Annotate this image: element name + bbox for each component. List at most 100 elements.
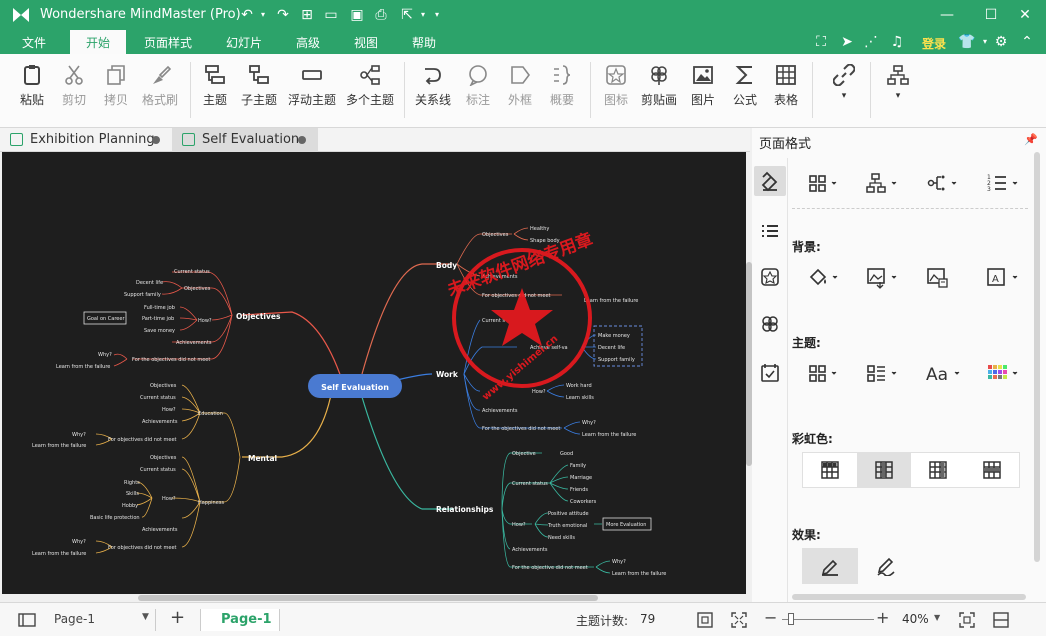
clipart-tab-icon[interactable] [754,310,786,340]
open-folder-icon[interactable]: ▭ [322,6,340,24]
zoom-dropdown-icon[interactable]: ▼ [934,613,940,622]
theme-font-icon[interactable]: Aa [922,358,964,388]
subtopic-label[interactable]: Learn skills [566,395,594,401]
new-file-icon[interactable]: ⊞ [298,6,316,24]
subtopic-label[interactable]: Achievements [512,547,548,553]
layout-tree-icon[interactable] [862,168,904,198]
redo-icon[interactable]: ↷ [274,6,292,24]
subtopic-label[interactable]: Current status [512,481,548,487]
toggle-sidebar-icon[interactable] [18,612,36,628]
zoom-out-icon[interactable]: − [764,608,777,627]
subtopic-label[interactable]: Family [570,463,586,469]
topic-body[interactable]: Body [436,261,457,270]
zoom-in-icon[interactable]: + [876,608,889,627]
subtopic-label[interactable]: For the objectives did not meet [482,426,560,432]
menu-advanced[interactable]: 高级 [296,34,320,51]
panel-horizontal-scrollbar[interactable] [792,594,1026,600]
format-painter-button[interactable]: 格式刷 [138,54,182,128]
mindmap-canvas[interactable]: Self Evaluation Objectives Mental Body W… [2,152,746,594]
subtopic-label[interactable]: For the objective did not meet [512,565,588,571]
save-icon[interactable]: ▣ [348,6,366,24]
layout-structure-icon[interactable] [804,168,846,198]
subtopic-label[interactable]: Objectives [482,232,509,238]
task-calendar-tab-icon[interactable] [754,358,786,388]
subtopic-label[interactable]: Healthy [530,226,549,232]
share-icon[interactable]: ⋰ [862,33,880,51]
menu-page-style[interactable]: 页面样式 [144,34,192,51]
subtopic-label[interactable]: Coworkers [570,499,597,505]
subtopic-label[interactable]: Learn from the failure [612,571,666,577]
hyperlink-button[interactable]: ▾ [826,54,862,128]
boundary-button[interactable]: 外框 [500,54,540,128]
callout-button[interactable]: 标注 [458,54,498,128]
subtopic-button[interactable]: 子主题 [238,54,280,128]
subtopic-label[interactable]: Support family [124,292,161,298]
subtopic-label[interactable]: Good [560,451,573,457]
topic-work[interactable]: Work [436,370,459,379]
theme-color-palette-icon[interactable] [982,358,1024,388]
subtopic-label[interactable]: How? [198,318,212,324]
subtopic-label[interactable]: Current s [482,318,505,324]
subtopic-label[interactable]: Objectives [184,286,211,292]
subtopic-label[interactable]: Decent life [136,280,163,286]
icon-tab-icon[interactable] [754,262,786,292]
theme-layout-icon[interactable] [804,358,846,388]
subtopic-label[interactable]: Why? [612,559,626,565]
subtopic-label[interactable]: Make money [598,333,630,339]
pin-panel-icon[interactable]: 📌 [1024,133,1038,146]
fit-window-icon[interactable] [958,611,976,629]
subtopic-label[interactable]: Hobby [122,503,138,509]
menu-home[interactable]: 开始 [70,30,127,54]
connector-style-icon[interactable] [922,168,964,198]
add-page-icon[interactable]: + [170,607,185,628]
summary-button[interactable]: 概要 [542,54,582,128]
collapse-ribbon-icon[interactable]: ⌃ [1018,33,1036,51]
undo-dropdown-icon[interactable]: ▾ [254,6,272,24]
customize-quick-access-icon[interactable]: ▾ [428,6,446,24]
subtopic-label[interactable]: Work hard [566,383,592,389]
maximize-window-icon[interactable]: ☐ [982,6,1000,24]
subtopic-label[interactable]: How? [162,407,176,413]
subtopic-label[interactable]: For objectives did not meet [482,293,551,299]
notification-bell-icon[interactable]: ♫ [888,33,906,51]
canvas-horizontal-scrollbar[interactable] [2,594,746,602]
subtopic-label[interactable]: How? [162,496,176,502]
panel-vertical-scrollbar[interactable] [1034,152,1040,562]
topic-button[interactable]: 主题 [198,54,232,128]
subtopic-label[interactable]: Positive attitude [548,511,589,517]
menu-slideshow[interactable]: 幻灯片 [226,34,262,51]
rainbow-none-icon[interactable] [821,461,839,479]
subtopic-label[interactable]: For objectives did not meet [108,437,177,443]
copy-button[interactable]: 拷贝 [96,54,136,128]
subtopic-label[interactable]: Learn from the failure [584,298,638,304]
subtopic-label[interactable]: Achievements [482,408,518,414]
subtopic-label[interactable]: Why? [72,432,86,438]
subtopic-label[interactable]: Support family [598,357,635,363]
menu-help[interactable]: 帮助 [412,34,436,51]
subtopic-label[interactable]: Goal on Career [87,316,125,322]
relationship-button[interactable]: 关系线 [412,54,454,128]
subtopic-label[interactable]: Achievements [142,527,178,533]
subtopic-label[interactable]: Rights [124,480,140,486]
zoom-slider-track[interactable] [782,619,874,620]
menu-file[interactable]: 文件 [22,34,46,51]
background-image-icon[interactable] [862,262,904,292]
subtopic-label[interactable]: Achievements [176,340,212,346]
minimize-window-icon[interactable]: — [938,6,956,24]
print-icon[interactable]: ⎙ [372,6,390,24]
subtopic-label[interactable]: Friends [570,487,588,493]
subtopic-label[interactable]: Need skills [548,535,575,541]
topic-objectives[interactable]: Objectives [236,312,281,321]
subtopic-label[interactable]: Learn from the failure [32,551,86,557]
subtopic-label[interactable]: Decent life [598,345,625,351]
fullscreen-icon[interactable]: ⛶ [812,33,830,51]
subtopic-label[interactable]: Full-time job [144,305,175,311]
effect-option-hand-drawn[interactable] [858,548,914,584]
fullscreen-view-icon[interactable] [730,611,748,629]
page-format-tab-icon[interactable] [754,166,786,196]
skin-shirt-icon[interactable]: 👕 [958,33,976,51]
cut-button[interactable]: 剪切 [54,54,94,128]
send-icon[interactable]: ➤ [838,33,856,51]
theme-style-icon[interactable] [862,358,904,388]
formula-button[interactable]: 公式 [728,54,762,128]
